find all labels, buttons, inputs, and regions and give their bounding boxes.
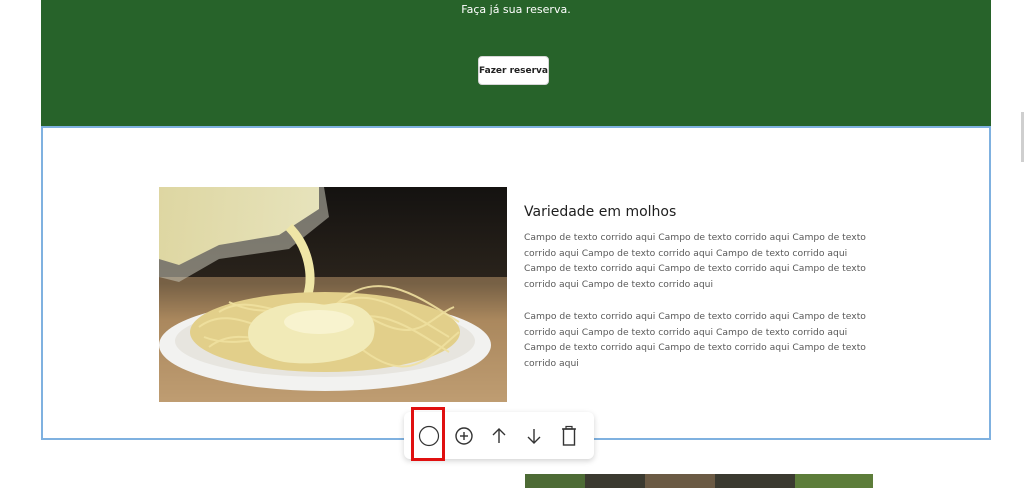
banner-subtitle: Faça já sua reserva. [461,3,571,16]
section-text: Variedade em molhos Campo de texto corri… [524,204,874,372]
circle-icon [418,425,439,446]
select-section-button[interactable] [411,412,446,459]
paragraph-1: Campo de texto corrido aqui Campo de tex… [524,232,866,291]
move-down-button[interactable] [516,412,551,459]
reservation-banner: Faça já sua reserva. Fazer reserva [41,0,991,127]
arrow-down-icon [527,428,540,444]
make-reservation-button[interactable]: Fazer reserva [478,56,549,85]
paragraph-2: Campo de texto corrido aqui Campo de tex… [524,310,866,369]
page-canvas: Faça já sua reserva. Fazer reserva Varie… [0,0,1024,488]
add-circle-icon [454,426,473,445]
pasta-sauce-image [159,187,507,402]
arrow-up-icon [492,427,505,443]
next-section-image [525,474,873,488]
move-up-button[interactable] [481,412,516,459]
trash-icon [561,425,576,446]
section-toolbar [404,412,594,459]
section-title: Variedade em molhos [524,204,677,220]
delete-section-button[interactable] [551,412,586,459]
add-section-button[interactable] [446,412,481,459]
